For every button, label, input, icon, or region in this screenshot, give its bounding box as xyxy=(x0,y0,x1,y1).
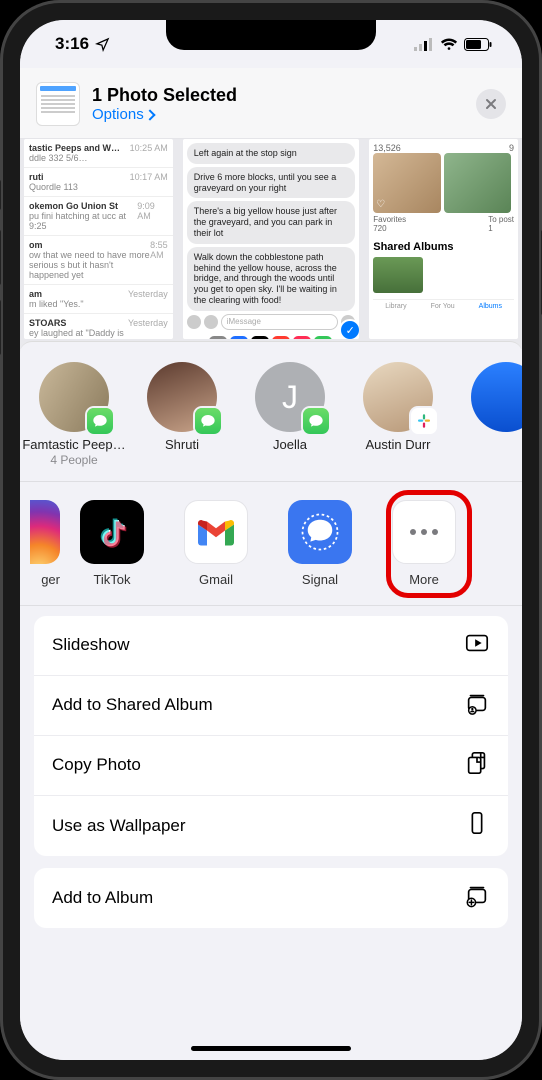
notch xyxy=(166,20,376,50)
selected-photo-thumbnail[interactable] xyxy=(36,82,80,126)
slack-icon xyxy=(411,408,437,434)
battery-icon xyxy=(464,38,492,51)
contact-item[interactable] xyxy=(452,362,522,467)
actions-list: Slideshow Add to Shared Album Copy Photo Us… xyxy=(20,606,522,938)
doc-dup-icon xyxy=(464,750,490,781)
action-album-person[interactable]: Add to Shared Album xyxy=(34,676,508,736)
messages-icon xyxy=(195,408,221,434)
contact-name: Austin Durr xyxy=(365,438,430,453)
status-time: 3:16 xyxy=(55,34,89,54)
action-label: Copy Photo xyxy=(52,755,141,775)
wifi-icon xyxy=(440,38,458,51)
action-label: Add to Shared Album xyxy=(52,695,213,715)
app-label: TikTok xyxy=(93,572,130,587)
cellular-icon xyxy=(414,38,434,51)
shared-albums-label: Shared Albums xyxy=(373,241,514,253)
messages-icon xyxy=(87,408,113,434)
action-label: Use as Wallpaper xyxy=(52,816,186,836)
album-person-icon xyxy=(464,690,490,721)
close-icon xyxy=(485,98,497,110)
app-label: ger xyxy=(41,572,60,587)
contact-sub: 4 People xyxy=(50,453,97,467)
highlight-ring xyxy=(386,490,472,598)
app-item-signal[interactable]: Signal xyxy=(268,500,372,587)
action-label: Slideshow xyxy=(52,635,130,655)
contact-item[interactable]: Famtastic Peep…4 People xyxy=(20,362,128,467)
app-item-tiktok[interactable]: TikTok xyxy=(60,500,164,587)
location-arrow-icon xyxy=(95,37,110,52)
action-album-plus[interactable]: Add to Album xyxy=(34,868,508,928)
sheet-title: 1 Photo Selected xyxy=(92,85,237,106)
contact-name: Joella xyxy=(273,438,307,453)
messages-icon xyxy=(303,408,329,434)
app-label: Gmail xyxy=(199,572,233,587)
action-play-rect[interactable]: Slideshow xyxy=(34,616,508,676)
album-plus-icon xyxy=(464,882,490,913)
phone-frame: 3:16 1 Photo Selected Options xyxy=(0,0,542,1080)
contact-name: Shruti xyxy=(165,438,199,453)
apps-row[interactable]: ger TikTok Gmail Signal More xyxy=(20,482,522,606)
options-button[interactable]: Options xyxy=(92,106,237,123)
app-label: Signal xyxy=(302,572,338,587)
contact-item[interactable]: Shruti xyxy=(128,362,236,467)
contacts-row[interactable]: Famtastic Peep…4 People Shruti JJoella Aust… xyxy=(20,342,522,482)
action-phone-rect[interactable]: Use as Wallpaper xyxy=(34,796,508,856)
sheet-header: 1 Photo Selected Options xyxy=(20,68,522,139)
action-doc-dup[interactable]: Copy Photo xyxy=(34,736,508,796)
app-icon-partial[interactable] xyxy=(30,500,60,564)
action-label: Add to Album xyxy=(52,888,153,908)
chevron-right-icon xyxy=(144,109,155,120)
app-item-more[interactable]: More xyxy=(372,500,476,587)
home-indicator[interactable] xyxy=(191,1046,351,1051)
photo-count-1: 13,526 xyxy=(373,143,401,153)
photo-count-2: 9 xyxy=(509,143,514,153)
background-app-preview: tastic Peeps and W…ddle 332 5/6…10:25 AM… xyxy=(20,139,522,349)
play-rect-icon xyxy=(464,630,490,661)
phone-rect-icon xyxy=(464,810,490,841)
contact-item[interactable]: JJoella xyxy=(236,362,344,467)
contact-item[interactable]: Austin Durr xyxy=(344,362,452,467)
app-item-gmail[interactable]: Gmail xyxy=(164,500,268,587)
share-sheet: Famtastic Peep…4 People Shruti JJoella Aust… xyxy=(20,341,522,1060)
contact-name: Famtastic Peep… xyxy=(22,438,125,453)
close-button[interactable] xyxy=(476,89,506,119)
